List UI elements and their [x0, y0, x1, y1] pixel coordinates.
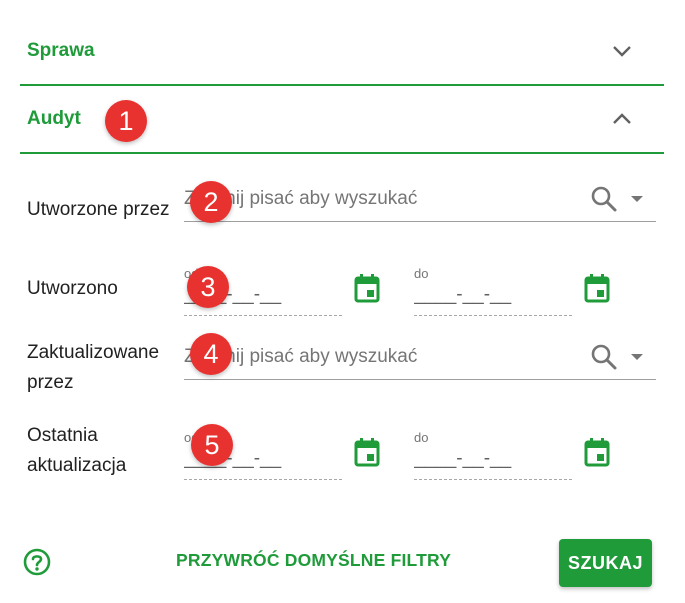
calendar-icon[interactable] [583, 272, 613, 306]
help-circle-icon[interactable] [23, 548, 51, 576]
created-to-label: do [414, 266, 429, 281]
panel-title-sprawa: Sprawa [27, 40, 95, 61]
last-update-label-line1: Ostatnia [27, 425, 98, 446]
annotation-badge-4: 4 [190, 333, 232, 375]
created-by-combobox[interactable] [184, 180, 656, 222]
last-update-to-input[interactable] [414, 448, 564, 470]
updated-by-label-line2: przez [27, 372, 74, 393]
panel-title-audyt: Audyt [27, 108, 81, 129]
arrow-drop-down-icon[interactable] [630, 350, 644, 364]
calendar-icon[interactable] [353, 272, 383, 306]
annotation-badge-2: 2 [190, 181, 232, 223]
created-label: Utworzono [27, 278, 118, 299]
updated-by-label-line1: Zaktualizowane [27, 342, 160, 363]
updated-by-label: Zaktualizowane przez [27, 338, 159, 398]
search-button[interactable]: SZUKAJ [559, 539, 652, 587]
last-update-to-label: do [414, 430, 429, 445]
reset-filters-button[interactable]: PRZYWRÓĆ DOMYŚLNE FILTRY [176, 550, 451, 571]
created-by-input[interactable] [184, 184, 574, 214]
panel-header-sprawa[interactable]: Sprawa [20, 18, 664, 86]
created-by-label: Utworzone przez [27, 199, 170, 220]
annotation-badge-3: 3 [187, 266, 229, 308]
updated-by-input[interactable] [184, 342, 574, 372]
last-update-label-line2: aktualizacja [27, 455, 127, 476]
updated-by-combobox[interactable] [184, 338, 656, 380]
annotation-badge-5: 5 [191, 424, 233, 466]
chevron-down-icon[interactable] [610, 39, 634, 63]
calendar-icon[interactable] [583, 436, 613, 470]
chevron-up-icon[interactable] [610, 107, 634, 131]
arrow-drop-down-icon[interactable] [630, 192, 644, 206]
annotation-badge-1: 1 [105, 100, 147, 142]
last-update-to-field[interactable]: do [414, 430, 572, 480]
search-icon[interactable] [589, 342, 619, 372]
created-to-input[interactable] [414, 284, 564, 306]
search-icon[interactable] [589, 184, 619, 214]
calendar-icon[interactable] [353, 436, 383, 470]
created-to-field[interactable]: do [414, 266, 572, 316]
last-update-label: Ostatnia aktualizacja [27, 421, 126, 481]
